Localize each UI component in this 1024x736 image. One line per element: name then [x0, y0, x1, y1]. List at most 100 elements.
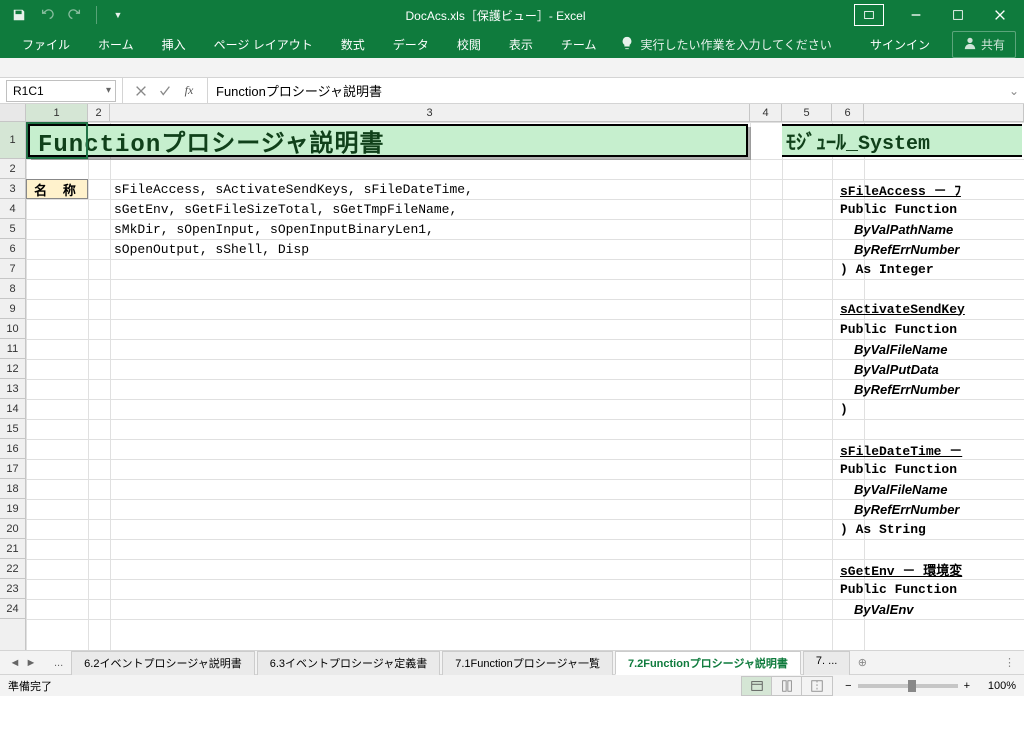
tab-home[interactable]: ホーム	[84, 30, 148, 58]
tab-formulas[interactable]: 数式	[327, 30, 379, 58]
row-header[interactable]: 22	[0, 559, 25, 579]
right-content-line[interactable]: Public Function	[836, 579, 996, 599]
row-header[interactable]: 8	[0, 279, 25, 299]
sheet-nav-prev-icon[interactable]: ◄	[8, 657, 22, 669]
close-button[interactable]	[980, 0, 1020, 30]
right-content-line[interactable]: Public Function	[836, 459, 996, 479]
share-button[interactable]: 共有	[952, 31, 1016, 58]
sheet-ellipsis[interactable]: ...	[46, 657, 71, 669]
col-header[interactable]: 1	[26, 104, 88, 121]
enter-icon[interactable]	[155, 81, 175, 101]
minimize-button[interactable]	[896, 0, 936, 30]
zoom-slider[interactable]	[858, 684, 958, 688]
sheet-nav-next-icon[interactable]: ►	[24, 657, 38, 669]
zoom-out-icon[interactable]: −	[845, 680, 851, 692]
right-content-line[interactable]: Public Function	[836, 199, 996, 219]
zoom-level[interactable]: 100%	[976, 680, 1016, 692]
module-title[interactable]: ﾓｼﾞｭｰﾙ_System	[782, 124, 1022, 157]
view-normal-icon[interactable]	[742, 677, 772, 695]
right-content-line[interactable]: ) As Integer	[836, 259, 996, 279]
row-header[interactable]: 6	[0, 239, 25, 259]
sheet-tab[interactable]: 6.3イベントプロシージャ定義書	[257, 651, 441, 675]
right-content-line[interactable]: sFileAccess － ﾌ	[836, 179, 996, 199]
sheet-tab[interactable]: 7.1Functionプロシージャ一覧	[442, 651, 613, 675]
col-header[interactable]: 6	[832, 104, 864, 121]
signin-link[interactable]: サインイン	[858, 36, 942, 53]
redo-icon[interactable]	[64, 4, 86, 26]
fx-icon[interactable]: fx	[179, 81, 199, 101]
tab-view[interactable]: 表示	[495, 30, 547, 58]
view-pagebreak-icon[interactable]	[802, 677, 832, 695]
right-content-line[interactable]: sFileDateTime －	[836, 439, 996, 459]
tab-pagelayout[interactable]: ページ レイアウト	[200, 30, 327, 58]
content-line[interactable]: sOpenOutput, sShell, Disp	[110, 239, 750, 259]
row-header[interactable]: 21	[0, 539, 25, 559]
add-sheet-icon[interactable]: ⊕	[852, 656, 872, 669]
right-content-line[interactable]: sActivateSendKey	[836, 299, 996, 319]
col-header[interactable]: 4	[750, 104, 782, 121]
tab-file[interactable]: ファイル	[8, 30, 84, 58]
row-header[interactable]: 20	[0, 519, 25, 539]
row-header[interactable]: 10	[0, 319, 25, 339]
tell-me-search[interactable]: 実行したい作業を入力してください	[610, 36, 841, 53]
view-pagelayout-icon[interactable]	[772, 677, 802, 695]
right-content-line[interactable]: ByVal FileName	[836, 339, 996, 359]
row-header[interactable]: 13	[0, 379, 25, 399]
label-cell[interactable]: 名 称	[26, 179, 88, 199]
right-content-line[interactable]: ByRef ErrNumber	[836, 499, 996, 519]
content-line[interactable]: sMkDir, sOpenInput, sOpenInputBinaryLen1…	[110, 219, 750, 239]
undo-icon[interactable]	[36, 4, 58, 26]
row-header[interactable]: 2	[0, 159, 25, 179]
col-header[interactable]: 5	[782, 104, 832, 121]
sheet-tab[interactable]: 6.2イベントプロシージャ説明書	[71, 651, 255, 675]
row-header[interactable]: 16	[0, 439, 25, 459]
row-header[interactable]: 24	[0, 599, 25, 619]
row-header[interactable]: 1	[0, 122, 25, 159]
row-header[interactable]: 15	[0, 419, 25, 439]
right-content-line[interactable]: Public Function	[836, 319, 996, 339]
content-line[interactable]: sGetEnv, sGetFileSizeTotal, sGetTmpFileN…	[110, 199, 750, 219]
col-header[interactable]: 2	[88, 104, 110, 121]
right-content-line[interactable]: ByRef ErrNumber	[836, 239, 996, 259]
row-header[interactable]: 7	[0, 259, 25, 279]
row-header[interactable]: 19	[0, 499, 25, 519]
row-header[interactable]: 4	[0, 199, 25, 219]
right-content-line[interactable]: ByRef ErrNumber	[836, 379, 996, 399]
row-header[interactable]: 9	[0, 299, 25, 319]
select-all-corner[interactable]	[0, 104, 26, 121]
row-header[interactable]: 14	[0, 399, 25, 419]
name-box[interactable]: R1C1	[6, 80, 116, 102]
tab-team[interactable]: チーム	[547, 30, 611, 58]
right-content-line[interactable]: ) As String	[836, 519, 996, 539]
row-header[interactable]: 11	[0, 339, 25, 359]
sheet-scroll-icon[interactable]: ⋮	[1004, 656, 1024, 669]
right-content-line[interactable]: ByVal Env	[836, 599, 996, 619]
right-content-line[interactable]: ByVal FileName	[836, 479, 996, 499]
formula-expand-icon[interactable]: ⌄	[1004, 84, 1024, 98]
right-content-line[interactable]: ByVal PutData	[836, 359, 996, 379]
right-content-line[interactable]: )	[836, 399, 996, 419]
tab-data[interactable]: データ	[379, 30, 443, 58]
qat-dropdown-icon[interactable]: ▼	[107, 4, 129, 26]
col-header[interactable]: 3	[110, 104, 750, 121]
sheet-tab[interactable]: 7.2Functionプロシージャ説明書	[615, 651, 801, 675]
zoom-in-icon[interactable]: +	[964, 680, 970, 692]
maximize-button[interactable]	[938, 0, 978, 30]
row-header[interactable]: 12	[0, 359, 25, 379]
row-header[interactable]: 5	[0, 219, 25, 239]
title-cell[interactable]: Functionプロシージャ説明書	[28, 124, 748, 157]
tab-insert[interactable]: 挿入	[148, 30, 200, 58]
spreadsheet-grid[interactable]: Functionプロシージャ説明書 ﾓｼﾞｭｰﾙ_System 名 称 sFileAc…	[26, 122, 1024, 650]
right-content-line[interactable]: sGetEnv － 環境変	[836, 559, 996, 579]
tab-review[interactable]: 校閲	[443, 30, 495, 58]
sheet-tab[interactable]: 7. ...	[803, 651, 850, 675]
row-header[interactable]: 3	[0, 179, 25, 199]
cancel-icon[interactable]	[131, 81, 151, 101]
row-header[interactable]: 23	[0, 579, 25, 599]
right-content-line[interactable]: ByVal PathName	[836, 219, 996, 239]
ribbon-display-icon[interactable]	[854, 4, 884, 26]
row-header[interactable]: 18	[0, 479, 25, 499]
row-header[interactable]: 17	[0, 459, 25, 479]
save-icon[interactable]	[8, 4, 30, 26]
content-line[interactable]: sFileAccess, sActivateSendKeys, sFileDat…	[110, 179, 750, 199]
